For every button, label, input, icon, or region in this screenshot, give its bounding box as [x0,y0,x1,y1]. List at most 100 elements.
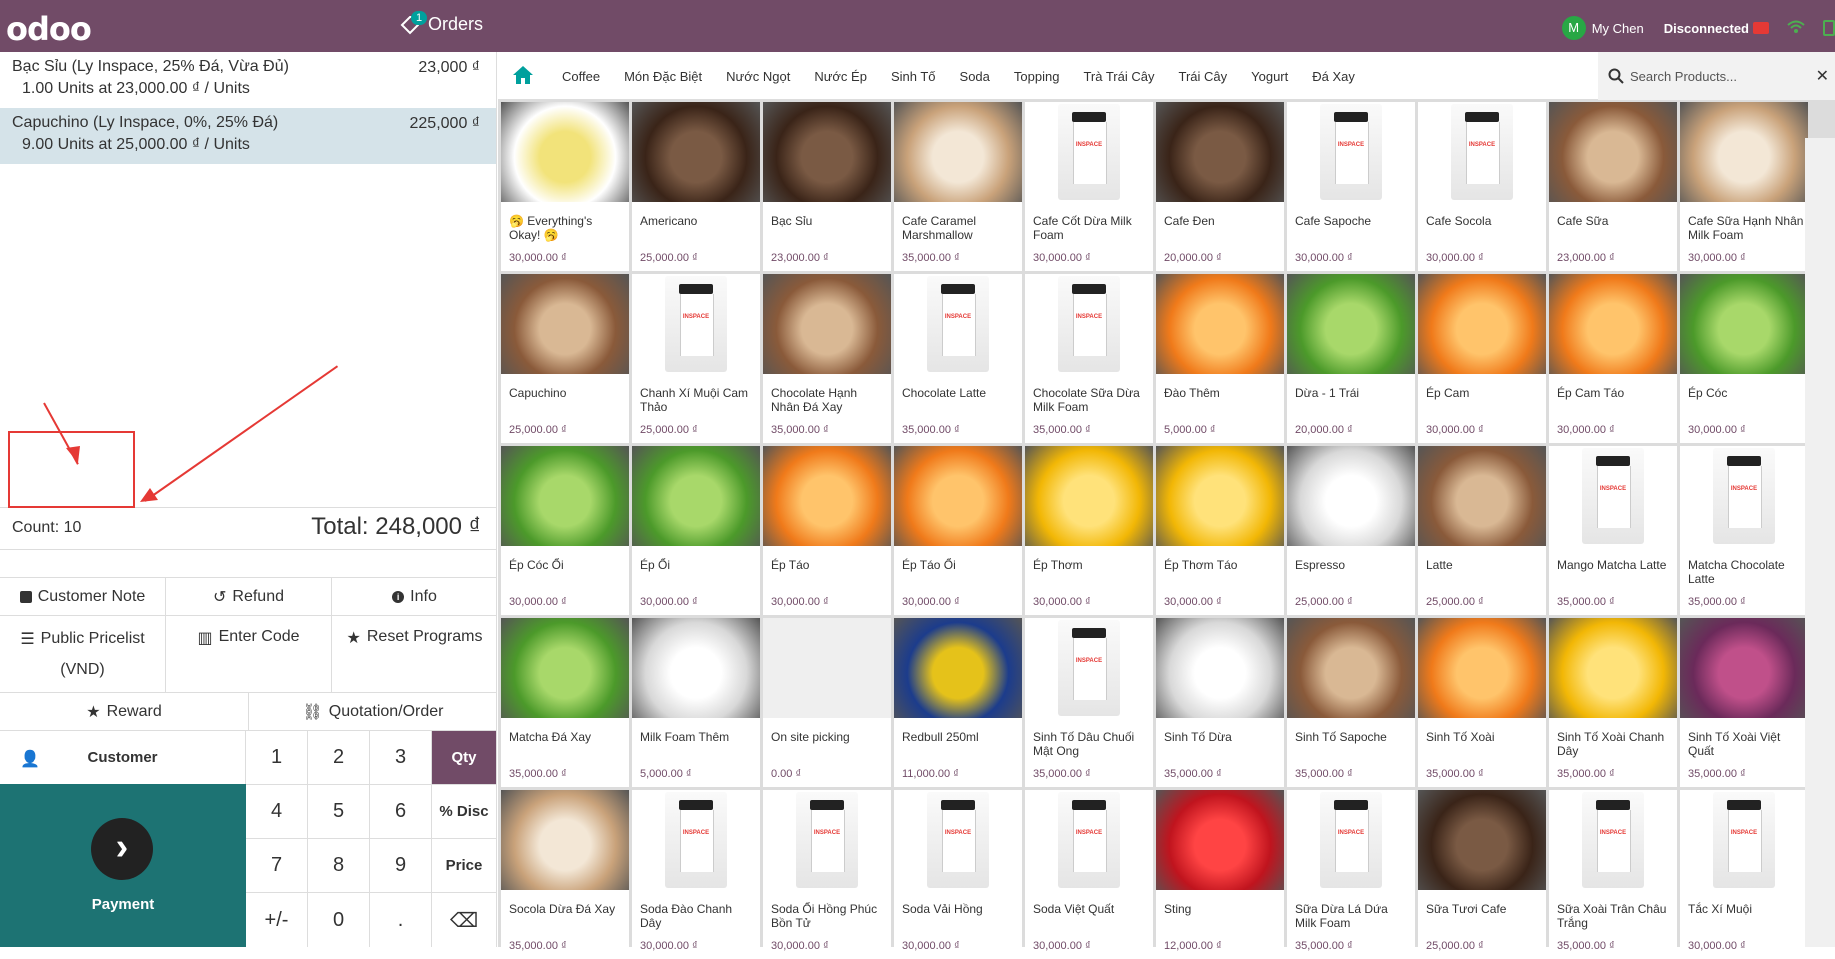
qty-mode-button[interactable]: Qty [432,730,497,784]
category-tab[interactable]: Yogurt [1251,69,1288,84]
product-card[interactable]: Americano 25,000.00 ₫ [632,102,760,271]
product-card[interactable]: Milk Foam Thêm 5,000.00 ₫ [632,618,760,787]
category-tab[interactable]: Nước Ngọt [726,69,790,84]
key-9[interactable]: 9 [370,838,432,892]
product-card[interactable]: INSPACE Soda Ổi Hồng Phúc Bồn Tử 30,000.00… [763,790,891,959]
order-line-selected[interactable]: Capuchino (Ly Inspace, 0%, 25% Đá) 225,0… [0,108,496,164]
product-card[interactable]: INSPACE Chanh Xí Muội Cam Thảo 25,000.00 ₫ [632,274,760,443]
product-card[interactable]: INSPACE Sinh Tố Dâu Chuối Mật Ong 35,000.0… [1025,618,1153,787]
product-card[interactable]: Ép Thơm 30,000.00 ₫ [1025,446,1153,615]
scrollbar[interactable] [1805,138,1835,947]
product-card[interactable]: Ép Táo Ổi 30,000.00 ₫ [894,446,1022,615]
product-card[interactable]: Ép Thơm Táo 30,000.00 ₫ [1156,446,1284,615]
price-mode-button[interactable]: Price [432,838,497,892]
category-tab[interactable]: Trà Trái Cây [1083,69,1154,84]
product-card[interactable]: INSPACE Chocolate Sữa Dừa Milk Foam 35,000… [1025,274,1153,443]
product-card[interactable]: Cafe Sữa 23,000.00 ₫ [1549,102,1677,271]
product-card[interactable]: Ép Ổi 30,000.00 ₫ [632,446,760,615]
customer-button[interactable]: 👤 Customer [0,730,246,784]
product-card[interactable]: Cafe Sữa Hạnh Nhân Milk Foam 30,000.00 ₫ [1680,102,1808,271]
product-card[interactable]: Ép Cóc Ổi 30,000.00 ₫ [501,446,629,615]
category-tab[interactable]: Nước Ép [814,69,867,84]
key-8[interactable]: 8 [308,838,370,892]
key-4[interactable]: 4 [246,784,308,838]
product-price: 30,000.00 ₫ [1033,252,1091,264]
product-card[interactable]: Ép Táo 30,000.00 ₫ [763,446,891,615]
product-card[interactable]: Sinh Tố Sapoche 35,000.00 ₫ [1287,618,1415,787]
product-card[interactable]: INSPACE Tắc Xí Muội 30,000.00 ₫ [1680,790,1808,959]
order-line[interactable]: Bạc Sỉu (Ly Inspace, 25% Đá, Vừa Đủ) 23,… [0,52,496,108]
public-pricelist-button[interactable]: ☰ Public Pricelist (VND) [0,616,166,692]
product-card[interactable]: Đào Thêm 5,000.00 ₫ [1156,274,1284,443]
product-card[interactable]: INSPACE Mango Matcha Latte 35,000.00 ₫ [1549,446,1677,615]
category-tab[interactable]: Topping [1014,69,1060,84]
product-card[interactable]: INSPACE Cafe Cốt Dừa Milk Foam 30,000.00 ₫ [1025,102,1153,271]
product-card[interactable]: Espresso 25,000.00 ₫ [1287,446,1415,615]
category-tab[interactable]: Đá Xay [1312,69,1355,84]
decimal-key[interactable]: . [370,892,432,947]
product-card[interactable]: Matcha Đá Xay 35,000.00 ₫ [501,618,629,787]
product-card[interactable]: Bạc Sỉu 23,000.00 ₫ [763,102,891,271]
reward-button[interactable]: ★ Reward [0,693,249,730]
product-card[interactable]: INSPACE Chocolate Latte 35,000.00 ₫ [894,274,1022,443]
product-card[interactable]: Dừa - 1 Trái 20,000.00 ₫ [1287,274,1415,443]
close-icon[interactable]: ✕ [1816,66,1829,86]
refund-button[interactable]: ↺ Refund [166,578,332,615]
key-7[interactable]: 7 [246,838,308,892]
key-6[interactable]: 6 [370,784,432,838]
category-tab[interactable]: Sinh Tố [891,69,936,84]
category-tab[interactable]: Soda [960,69,990,84]
product-card[interactable]: Chocolate Hạnh Nhân Đá Xay 35,000.00 ₫ [763,274,891,443]
product-card[interactable]: INSPACE Matcha Chocolate Latte 35,000.00 ₫ [1680,446,1808,615]
quotation-order-button[interactable]: ⛓ Quotation/Order [249,693,497,730]
product-name: Sinh Tố Xoài [1426,730,1495,744]
product-search[interactable]: Search Products... ✕ [1598,52,1835,100]
product-card[interactable]: INSPACE Sữa Xoài Trân Châu Trắng 35,000.00… [1549,790,1677,959]
product-card[interactable]: INSPACE Soda Việt Quất 30,000.00 ₫ [1025,790,1153,959]
product-card[interactable]: Cafe Caramel Marshmallow 35,000.00 ₫ [894,102,1022,271]
product-card[interactable]: INSPACE Soda Đào Chanh Dây 30,000.00 ₫ [632,790,760,959]
product-card[interactable]: 🥱 Everything's Okay! 🥱 30,000.00 ₫ [501,102,629,271]
category-tab[interactable]: Coffee [562,69,600,84]
enter-code-button[interactable]: ▥ Enter Code [166,616,332,692]
product-card[interactable]: Sinh Tố Xoài Chanh Dây 35,000.00 ₫ [1549,618,1677,787]
discount-mode-button[interactable]: % Disc [432,784,497,838]
product-card[interactable]: Redbull 250ml 11,000.00 ₫ [894,618,1022,787]
product-image: INSPACE [1025,102,1153,202]
product-card[interactable]: Sinh Tố Xoài 35,000.00 ₫ [1418,618,1546,787]
user-avatar[interactable]: M [1561,16,1586,40]
plus-minus-key[interactable]: +/- [246,892,308,947]
product-card[interactable]: Sinh Tố Dừa 35,000.00 ₫ [1156,618,1284,787]
product-card[interactable]: INSPACE Cafe Sapoche 30,000.00 ₫ [1287,102,1415,271]
product-card[interactable]: Ép Cóc 30,000.00 ₫ [1680,274,1808,443]
user-name[interactable]: My Chen [1592,21,1644,36]
product-card[interactable]: INSPACE Sữa Dừa Lá Dứa Milk Foam 35,000.00… [1287,790,1415,959]
payment-button[interactable]: › Payment [0,784,246,947]
product-card[interactable]: Cafe Đen 20,000.00 ₫ [1156,102,1284,271]
product-card[interactable]: Ép Cam 30,000.00 ₫ [1418,274,1546,443]
product-image [763,274,891,374]
category-tab[interactable]: Món Đặc Biệt [624,69,702,84]
orders-button[interactable]: 1 Orders [400,10,483,35]
product-card[interactable]: Sinh Tố Xoài Việt Quất 35,000.00 ₫ [1680,618,1808,787]
product-card[interactable]: Latte 25,000.00 ₫ [1418,446,1546,615]
product-card[interactable]: Ép Cam Táo 30,000.00 ₫ [1549,274,1677,443]
product-card[interactable]: Capuchino 25,000.00 ₫ [501,274,629,443]
product-card[interactable]: On site picking 0.00 ₫ [763,618,891,787]
category-tab[interactable]: Trái Cây [1178,69,1227,84]
customer-note-button[interactable]: Customer Note [0,578,166,615]
product-card[interactable]: Socola Dừa Đá Xay 35,000.00 ₫ [501,790,629,959]
key-5[interactable]: 5 [308,784,370,838]
key-2[interactable]: 2 [308,730,370,784]
key-3[interactable]: 3 [370,730,432,784]
backspace-key[interactable]: ⌫ [432,892,497,947]
product-card[interactable]: Sữa Tươi Cafe 25,000.00 ₫ [1418,790,1546,959]
product-card[interactable]: INSPACE Soda Vải Hồng 30,000.00 ₫ [894,790,1022,959]
key-1[interactable]: 1 [246,730,308,784]
product-card[interactable]: Sting 12,000.00 ₫ [1156,790,1284,959]
home-icon[interactable] [512,65,534,85]
info-button[interactable]: i Info [332,578,497,615]
key-0[interactable]: 0 [308,892,370,947]
product-card[interactable]: INSPACE Cafe Socola 30,000.00 ₫ [1418,102,1546,271]
reset-programs-button[interactable]: ★ Reset Programs [332,616,497,692]
